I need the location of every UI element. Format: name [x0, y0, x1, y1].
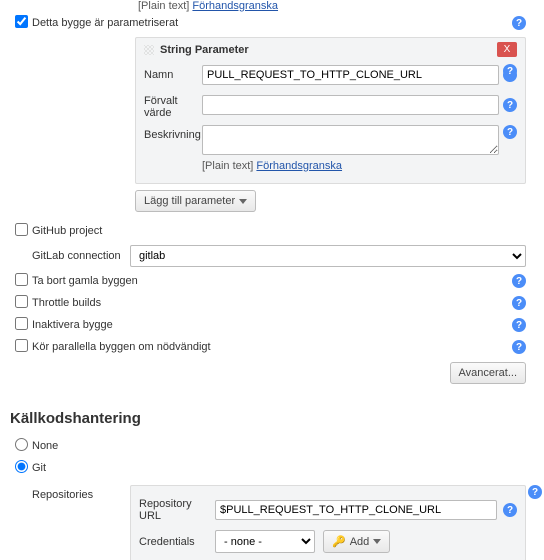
help-icon[interactable]: ? — [503, 125, 517, 139]
add-parameter-label: Lägg till parameter — [144, 195, 235, 207]
string-parameter-block: String Parameter X ? Namn ? Förvalt värd… — [135, 37, 526, 184]
scm-git-label: Git — [32, 462, 526, 474]
param-name-label: Namn — [144, 65, 202, 81]
help-icon[interactable]: ? — [512, 318, 526, 332]
help-icon[interactable]: ? — [512, 274, 526, 288]
discard-old-builds-label: Ta bort gamla byggen — [32, 275, 508, 287]
throttle-builds-label: Throttle builds — [32, 297, 508, 309]
help-icon[interactable]: ? — [512, 16, 526, 30]
github-project-checkbox[interactable] — [15, 223, 28, 236]
add-credentials-button[interactable]: 🔑 Add — [323, 530, 390, 553]
parallel-builds-checkbox[interactable] — [15, 339, 28, 352]
plaintext-label: [Plain text] — [138, 0, 189, 12]
parallel-builds-label: Kör parallella byggen om nödvändigt — [32, 341, 508, 353]
help-icon[interactable]: ? — [503, 64, 517, 78]
drag-handle-icon[interactable] — [144, 45, 154, 55]
help-icon[interactable]: ? — [503, 503, 517, 517]
gitlab-connection-select[interactable]: gitlab — [130, 245, 526, 267]
help-icon[interactable]: ? — [528, 485, 542, 499]
parameterised-checkbox[interactable] — [15, 15, 28, 28]
preview-link[interactable]: Förhandsgranska — [256, 160, 342, 172]
param-desc-textarea[interactable] — [202, 125, 499, 155]
repo-url-input[interactable] — [215, 500, 497, 520]
disable-build-checkbox[interactable] — [15, 317, 28, 330]
gitlab-connection-label: GitLab connection — [10, 250, 130, 262]
throttle-builds-checkbox[interactable] — [15, 295, 28, 308]
preview-link[interactable]: Förhandsgranska — [192, 0, 278, 12]
plaintext-label: [Plain text] — [202, 160, 253, 172]
add-parameter-button[interactable]: Lägg till parameter — [135, 190, 256, 212]
disable-build-label: Inaktivera bygge — [32, 319, 508, 331]
param-name-input[interactable] — [202, 65, 499, 85]
add-credentials-label: Add — [350, 536, 370, 548]
scm-none-label: None — [32, 440, 526, 452]
repo-url-label: Repository URL — [139, 498, 209, 522]
string-parameter-title: String Parameter — [160, 44, 249, 56]
param-default-label: Förvalt värde — [144, 91, 202, 119]
scm-none-radio[interactable] — [15, 438, 28, 451]
help-icon[interactable]: ? — [503, 98, 517, 112]
chevron-down-icon — [239, 199, 247, 204]
credentials-label: Credentials — [139, 536, 209, 548]
help-icon[interactable]: ? — [512, 340, 526, 354]
credentials-select[interactable]: - none - — [215, 530, 315, 553]
key-icon: 🔑 — [332, 535, 346, 548]
scm-heading: Källkodshantering — [10, 410, 526, 427]
param-desc-label: Beskrivning — [144, 125, 202, 141]
param-default-input[interactable] — [202, 95, 499, 115]
github-project-label: GitHub project — [32, 225, 526, 237]
help-icon[interactable]: ? — [512, 296, 526, 310]
chevron-down-icon — [373, 539, 381, 544]
repositories-label: Repositories — [32, 485, 130, 560]
repository-block: Repository URL ? Credentials - none - 🔑 — [130, 485, 526, 560]
parameterised-label: Detta bygge är parametriserat — [32, 17, 508, 29]
discard-old-builds-checkbox[interactable] — [15, 273, 28, 286]
delete-parameter-button[interactable]: X — [497, 42, 517, 57]
scm-git-radio[interactable] — [15, 460, 28, 473]
advanced-button[interactable]: Avancerat... — [450, 362, 527, 384]
